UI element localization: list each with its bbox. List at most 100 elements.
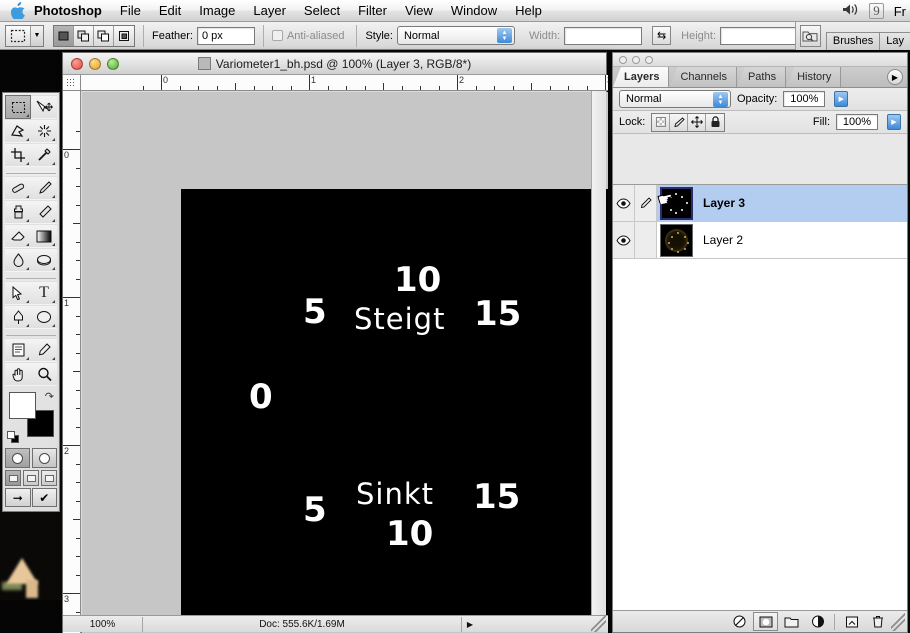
dodge-tool[interactable]: [31, 248, 57, 272]
menu-window[interactable]: Window: [442, 1, 506, 21]
layer-name-label[interactable]: Layer 2: [703, 233, 743, 247]
document-title-bar[interactable]: Variometer1_bh.psd @ 100% (Layer 3, RGB/…: [63, 53, 606, 75]
magic-wand-tool[interactable]: [31, 119, 57, 143]
palette-minimize-button[interactable]: [632, 56, 640, 64]
quick-mask-mode-button[interactable]: [32, 448, 57, 468]
slice-tool[interactable]: [31, 143, 57, 167]
lock-image-pixels-icon[interactable]: [670, 114, 688, 131]
layer-mask-icon[interactable]: [753, 612, 778, 631]
new-group-icon[interactable]: [779, 612, 804, 631]
apple-logo-icon[interactable]: [0, 2, 28, 19]
layer-name-label[interactable]: Layer 3: [703, 196, 745, 210]
window-resize-grip[interactable]: [591, 615, 606, 632]
jump-to-imageready-icon[interactable]: ➞: [5, 488, 31, 507]
add-to-selection-button[interactable]: [74, 26, 94, 46]
status-popup-arrow[interactable]: ▶: [462, 620, 478, 629]
palette-resize-grip[interactable]: [891, 612, 905, 631]
well-tab-brushes[interactable]: Brushes: [826, 32, 880, 50]
path-selection-tool[interactable]: [5, 281, 31, 305]
standard-mode-button[interactable]: [5, 448, 30, 468]
move-tool[interactable]: [31, 95, 57, 119]
new-adjustment-layer-icon[interactable]: [805, 612, 830, 631]
feather-input[interactable]: 0 px: [197, 27, 255, 45]
gradient-tool[interactable]: [31, 224, 57, 248]
document-proxy-icon[interactable]: [198, 57, 211, 70]
palette-zoom-button[interactable]: [645, 56, 653, 64]
new-layer-icon[interactable]: [839, 612, 864, 631]
hand-tool[interactable]: [5, 362, 31, 386]
palette-menu-icon[interactable]: ▶: [887, 69, 903, 85]
rectangular-marquee-tool[interactable]: [5, 95, 31, 119]
opacity-slider-arrow[interactable]: ▶: [834, 91, 848, 107]
zoom-tool[interactable]: [31, 362, 57, 386]
default-colors-icon[interactable]: [7, 431, 20, 444]
style-dropdown[interactable]: Normal ▲▼: [397, 26, 515, 45]
anti-aliased-checkbox[interactable]: [272, 30, 283, 41]
menu-image[interactable]: Image: [190, 1, 244, 21]
layer-visibility-toggle[interactable]: [613, 185, 635, 221]
lasso-tool[interactable]: [5, 119, 31, 143]
new-selection-button[interactable]: [54, 26, 74, 46]
menu-view[interactable]: View: [396, 1, 442, 21]
palette-close-button[interactable]: [619, 56, 627, 64]
lock-all-icon[interactable]: [706, 114, 724, 131]
tab-layers[interactable]: Layers: [613, 67, 669, 87]
swap-dimensions-icon[interactable]: ⇆: [652, 26, 671, 45]
healing-brush-tool[interactable]: [5, 176, 31, 200]
tab-history[interactable]: History: [786, 67, 841, 87]
tab-channels[interactable]: Channels: [669, 67, 736, 87]
lock-transparent-pixels-icon[interactable]: [652, 114, 670, 131]
tool-preset-picker[interactable]: ▼: [5, 25, 44, 47]
foreground-color-swatch[interactable]: [9, 392, 36, 419]
menu-file[interactable]: File: [111, 1, 150, 21]
jump-check-icon[interactable]: ✔: [32, 488, 58, 507]
layer-thumbnail[interactable]: [660, 224, 693, 257]
fill-slider-arrow[interactable]: ▶: [887, 114, 901, 130]
tab-paths[interactable]: Paths: [737, 67, 786, 87]
width-input[interactable]: [564, 27, 642, 45]
layer-link-cell[interactable]: [635, 222, 657, 258]
table-row[interactable]: Layer 2: [613, 222, 907, 259]
height-input[interactable]: [720, 27, 798, 45]
menu-select[interactable]: Select: [295, 1, 349, 21]
swap-colors-icon[interactable]: ↷: [45, 390, 54, 403]
full-screen-mode-button[interactable]: [41, 470, 57, 486]
type-tool[interactable]: T: [31, 281, 57, 305]
image-artboard[interactable]: 105Steigt150Sinkt51510: [181, 189, 608, 627]
well-tab-layer-comps[interactable]: Lay: [879, 32, 910, 50]
fill-input[interactable]: 100%: [836, 114, 878, 130]
volume-icon[interactable]: [842, 3, 859, 19]
eraser-tool[interactable]: [5, 224, 31, 248]
layer-active-brush-icon[interactable]: [635, 185, 657, 221]
language-indicator[interactable]: Fr: [894, 4, 906, 19]
menu-edit[interactable]: Edit: [150, 1, 190, 21]
clone-stamp-tool[interactable]: [5, 200, 31, 224]
horizontal-ruler[interactable]: 0123: [81, 75, 608, 91]
zoom-level-field[interactable]: 100%: [63, 617, 143, 632]
pen-tool[interactable]: [5, 305, 31, 329]
subtract-from-selection-button[interactable]: [94, 26, 114, 46]
opacity-input[interactable]: 100%: [783, 91, 825, 107]
notes-tool[interactable]: [5, 338, 31, 362]
crop-tool[interactable]: [5, 143, 31, 167]
menu-layer[interactable]: Layer: [244, 1, 295, 21]
menu-help[interactable]: Help: [506, 1, 551, 21]
canvas-scroll-area[interactable]: 105Steigt150Sinkt51510: [82, 92, 608, 633]
vertical-ruler[interactable]: 0123: [63, 91, 81, 633]
ellipse-shape-tool[interactable]: [31, 305, 57, 329]
brush-tool[interactable]: [31, 176, 57, 200]
layer-visibility-toggle[interactable]: [613, 222, 635, 258]
script-menu-icon[interactable]: 9: [869, 3, 884, 19]
full-screen-with-menu-button[interactable]: [23, 470, 39, 486]
chevron-down-icon[interactable]: ▼: [30, 26, 43, 46]
vertical-scrollbar[interactable]: [591, 91, 606, 615]
palette-title-bar[interactable]: [613, 53, 907, 67]
blur-tool[interactable]: [5, 248, 31, 272]
delete-layer-icon[interactable]: [865, 612, 890, 631]
history-brush-tool[interactable]: [31, 200, 57, 224]
file-browser-icon[interactable]: [800, 25, 821, 47]
blend-mode-dropdown[interactable]: Normal ▲▼: [619, 90, 731, 108]
intersect-with-selection-button[interactable]: [114, 26, 134, 46]
ruler-origin-corner[interactable]: [63, 75, 81, 91]
lock-position-icon[interactable]: [688, 114, 706, 131]
